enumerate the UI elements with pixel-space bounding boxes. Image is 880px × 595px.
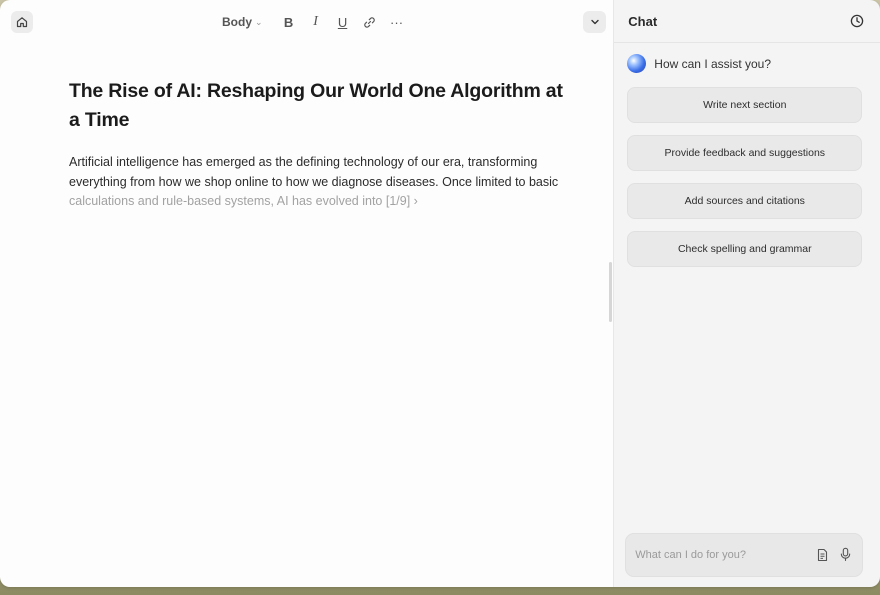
format-toolbar: Body ⌄ B I U ··· [222,12,414,32]
home-icon [16,17,28,28]
clock-icon [851,14,864,28]
body-text-streaming: calculations and rule-based systems, AI … [69,194,418,208]
suggestion-provide-feedback[interactable]: Provide feedback and suggestions [627,135,863,171]
link-button[interactable] [360,12,380,32]
chat-panel: Chat How can I assist you? Write next se… [613,0,880,587]
chat-title: Chat [628,14,658,29]
microphone-icon [841,547,851,562]
history-button[interactable] [850,14,864,28]
chat-header: Chat [614,0,880,43]
assistant-greeting: How can I assist you? [627,54,771,73]
document-title[interactable]: The Rise of AI: Reshaping Our World One … [69,77,569,135]
pane-resize-handle[interactable] [609,262,612,322]
suggestion-check-spelling[interactable]: Check spelling and grammar [627,231,863,267]
suggestion-write-next-section[interactable]: Write next section [627,87,863,123]
chevron-down-icon [590,19,599,25]
editor-pane: Body ⌄ B I U ··· The Rise of AI: Reshapi… [0,0,614,587]
text-style-dropdown[interactable]: Body ⌄ [222,15,263,29]
document-body[interactable]: Artificial intelligence has emerged as t… [69,153,569,212]
app-window: Body ⌄ B I U ··· The Rise of AI: Reshapi… [0,0,880,587]
collapse-toolbar-button[interactable] [583,11,606,33]
more-options-button[interactable]: ··· [387,12,407,32]
chat-input[interactable] [635,546,806,564]
italic-button[interactable]: I [306,12,326,32]
greeting-text: How can I assist you? [654,56,772,71]
body-text: Artificial intelligence has emerged as t… [69,155,559,189]
chevron-down-icon: ⌄ [255,16,263,27]
underline-button[interactable]: U [333,12,353,32]
microphone-button[interactable] [839,547,853,562]
document-icon [818,548,828,562]
chat-input-box [625,533,864,577]
attach-document-button[interactable] [816,548,830,562]
bold-button[interactable]: B [279,12,299,32]
assistant-orb-icon [627,54,647,73]
link-icon [364,16,375,28]
text-style-label: Body [222,15,252,29]
suggestion-add-sources[interactable]: Add sources and citations [627,183,863,219]
home-button[interactable] [11,11,33,33]
